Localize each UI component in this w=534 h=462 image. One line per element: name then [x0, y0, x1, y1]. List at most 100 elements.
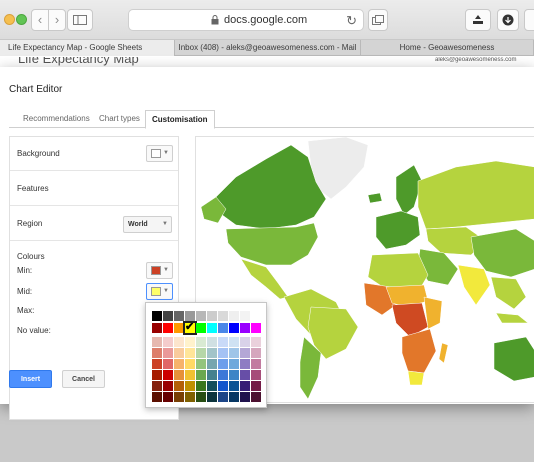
palette-swatch[interactable] [251, 359, 261, 369]
min-color-button[interactable]: ▼ [146, 262, 173, 279]
reload-icon[interactable]: ↻ [346, 13, 357, 29]
tab-recommendations[interactable]: Recommendations [17, 110, 96, 128]
palette-swatch[interactable] [196, 370, 206, 380]
palette-swatch[interactable] [218, 348, 228, 358]
palette-swatch[interactable] [185, 370, 195, 380]
region-select[interactable]: World ▼ [123, 216, 172, 233]
palette-swatch[interactable] [240, 337, 250, 347]
palette-swatch[interactable] [218, 392, 228, 402]
palette-swatch[interactable] [240, 359, 250, 369]
palette-swatch[interactable] [240, 381, 250, 391]
palette-swatch[interactable] [251, 381, 261, 391]
palette-swatch[interactable] [251, 337, 261, 347]
address-bar[interactable]: docs.google.com ↻ [128, 9, 364, 31]
download-icon[interactable] [497, 9, 519, 31]
palette-swatch[interactable] [185, 348, 195, 358]
palette-swatch[interactable] [174, 311, 184, 321]
features-section[interactable]: Features [10, 171, 178, 206]
palette-swatch[interactable] [229, 392, 239, 402]
palette-swatch[interactable] [251, 348, 261, 358]
palette-swatch[interactable] [207, 359, 217, 369]
palette-swatch[interactable] [196, 348, 206, 358]
palette-swatch[interactable] [163, 311, 173, 321]
palette-swatch[interactable] [152, 337, 162, 347]
forward-icon[interactable]: › [48, 9, 66, 31]
palette-swatch[interactable] [174, 381, 184, 391]
insert-button[interactable]: Insert [9, 370, 52, 388]
palette-swatch[interactable] [240, 311, 250, 321]
palette-swatch[interactable] [196, 392, 206, 402]
palette-swatch[interactable] [229, 381, 239, 391]
palette-swatch[interactable] [163, 381, 173, 391]
palette-swatch[interactable] [152, 370, 162, 380]
palette-swatch[interactable] [207, 370, 217, 380]
background-color-button[interactable]: ▼ [146, 145, 173, 162]
palette-swatch[interactable] [218, 359, 228, 369]
palette-swatch[interactable] [174, 323, 184, 333]
browser-tab-sheets[interactable]: Life Expectancy Map - Google Sheets [0, 40, 175, 56]
palette-swatch[interactable] [185, 359, 195, 369]
palette-swatch[interactable] [196, 381, 206, 391]
palette-swatch[interactable] [240, 348, 250, 358]
palette-swatch[interactable] [163, 348, 173, 358]
palette-swatch[interactable] [207, 348, 217, 358]
palette-swatch[interactable] [218, 337, 228, 347]
palette-swatch[interactable] [251, 370, 261, 380]
palette-swatch[interactable] [185, 337, 195, 347]
palette-swatch[interactable] [163, 359, 173, 369]
palette-swatch[interactable] [229, 348, 239, 358]
palette-swatch[interactable] [174, 392, 184, 402]
palette-swatch[interactable] [174, 370, 184, 380]
back-icon[interactable]: ‹ [31, 9, 49, 31]
palette-swatch[interactable] [218, 370, 228, 380]
palette-swatch[interactable]: ✔ [183, 321, 197, 335]
palette-swatch[interactable] [207, 337, 217, 347]
palette-swatch[interactable] [174, 348, 184, 358]
palette-swatch[interactable] [218, 381, 228, 391]
tab-chart-types[interactable]: Chart types [93, 110, 146, 128]
palette-swatch[interactable] [196, 359, 206, 369]
palette-swatch[interactable] [152, 381, 162, 391]
palette-swatch[interactable] [207, 381, 217, 391]
sidebar-icon[interactable] [67, 9, 93, 31]
cancel-button[interactable]: Cancel [62, 370, 105, 388]
minimize-window-button[interactable] [4, 14, 15, 25]
palette-swatch[interactable] [240, 323, 250, 333]
palette-swatch[interactable] [163, 323, 173, 333]
palette-swatch[interactable] [207, 323, 217, 333]
palette-swatch[interactable] [229, 337, 239, 347]
palette-swatch[interactable] [196, 311, 206, 321]
palette-swatch[interactable] [152, 359, 162, 369]
zoom-window-button[interactable] [16, 14, 27, 25]
palette-swatch[interactable] [218, 323, 228, 333]
palette-swatch[interactable] [229, 359, 239, 369]
palette-swatch[interactable] [251, 323, 261, 333]
palette-swatch[interactable] [185, 381, 195, 391]
palette-swatch[interactable] [229, 323, 239, 333]
palette-swatch[interactable] [152, 323, 162, 333]
share-icon[interactable] [465, 9, 491, 31]
palette-swatch[interactable] [174, 337, 184, 347]
palette-swatch[interactable] [240, 392, 250, 402]
palette-swatch[interactable] [229, 370, 239, 380]
palette-swatch[interactable] [196, 337, 206, 347]
palette-swatch[interactable] [207, 392, 217, 402]
palette-swatch[interactable] [240, 370, 250, 380]
tabs-icon[interactable] [368, 9, 388, 31]
palette-swatch[interactable] [251, 392, 261, 402]
more-icon[interactable] [524, 9, 534, 31]
palette-swatch[interactable] [152, 311, 162, 321]
palette-swatch[interactable] [251, 311, 261, 321]
browser-tab-geoawesomeness[interactable]: Home - Geoawesomeness [361, 40, 534, 56]
palette-swatch[interactable] [152, 392, 162, 402]
palette-swatch[interactable] [163, 337, 173, 347]
palette-swatch[interactable] [185, 392, 195, 402]
mid-color-button[interactable]: ▼ [146, 283, 173, 300]
palette-swatch[interactable] [229, 311, 239, 321]
palette-swatch[interactable] [163, 392, 173, 402]
browser-tab-mail[interactable]: Inbox (408) - aleks@geoawesomeness.com -… [175, 40, 361, 56]
palette-swatch[interactable] [163, 370, 173, 380]
palette-swatch[interactable] [152, 348, 162, 358]
palette-swatch[interactable] [218, 311, 228, 321]
palette-swatch[interactable] [207, 311, 217, 321]
